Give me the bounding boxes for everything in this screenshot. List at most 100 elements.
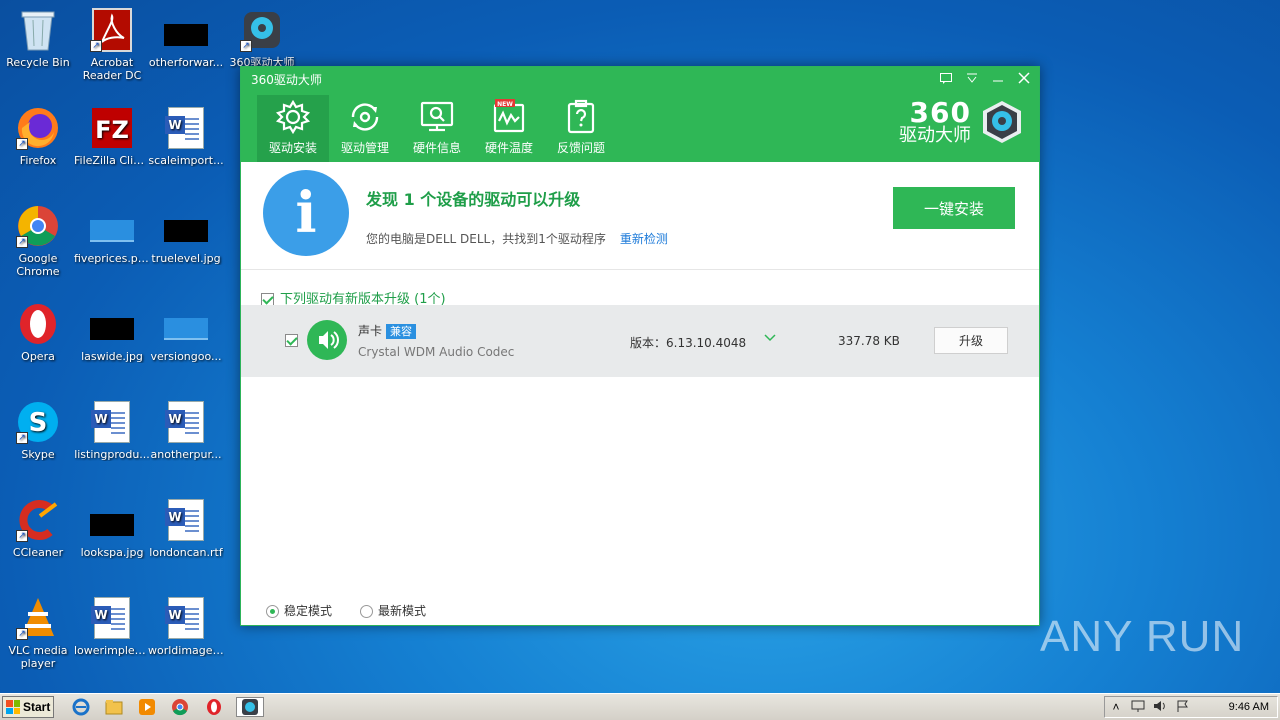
opera-taskbar-icon[interactable] xyxy=(203,697,225,717)
upgrade-button[interactable]: 升级 xyxy=(934,327,1008,354)
app-header: 360驱动大师 驱动安装 驱动管理 硬件信息 NEW 硬件温度 反馈问题 360… xyxy=(241,67,1039,162)
desktop-icon-vlc[interactable]: ↗ VLC media player xyxy=(0,596,76,670)
driver-size: 337.78 KB xyxy=(838,334,900,348)
question-clipboard-icon xyxy=(563,99,599,135)
desktop-icon-360-driver[interactable]: ↗ 360驱动大师 xyxy=(224,8,300,69)
network-icon[interactable] xyxy=(1127,700,1149,715)
driver-device: Crystal WDM Audio Codec xyxy=(358,345,515,359)
chevron-up-icon[interactable]: ˄ xyxy=(1105,700,1127,714)
desktop-icon-londoncan[interactable]: W londoncan.rtf xyxy=(148,498,224,559)
desktop-icon-lookspa[interactable]: lookspa.jpg xyxy=(74,498,150,559)
shortcut-arrow-icon: ↗ xyxy=(16,236,28,248)
menu-dropdown-icon[interactable] xyxy=(965,71,979,85)
image-file-icon xyxy=(90,204,134,248)
thermometer-icon: NEW xyxy=(491,99,527,135)
start-button[interactable]: Start xyxy=(2,696,54,718)
desktop-icon-opera[interactable]: Opera xyxy=(0,302,76,363)
desktop-icon-listingprodu[interactable]: W listingprodu... xyxy=(74,400,150,461)
driver-name: 声卡 兼容 xyxy=(358,322,417,339)
feedback-icon[interactable] xyxy=(939,71,953,85)
action-center-flag-icon[interactable] xyxy=(1171,700,1193,715)
desktop-icon-otherforwar[interactable]: otherforwar... xyxy=(148,8,224,69)
word-doc-icon: W xyxy=(90,596,134,640)
anyrun-watermark: ANY RUN xyxy=(1040,612,1245,661)
folder-icon[interactable] xyxy=(103,697,125,717)
desktop-icon-ccleaner[interactable]: ↗ CCleaner xyxy=(0,498,76,559)
chrome-taskbar-icon[interactable] xyxy=(169,697,191,717)
summary-title: 发现 1 个设备的驱动可以升级 xyxy=(366,190,581,209)
ie-icon[interactable] xyxy=(70,697,92,717)
brand-logo: 360 驱动大师 xyxy=(899,99,1025,145)
tab-hardware-temperature[interactable]: NEW 硬件温度 xyxy=(473,95,545,162)
chevron-down-icon[interactable] xyxy=(764,331,776,345)
tab-driver-install[interactable]: 驱动安装 xyxy=(257,95,329,162)
image-file-icon xyxy=(164,302,208,346)
desktop-icon-scaleimport[interactable]: W scaleimport... xyxy=(148,106,224,167)
clock[interactable]: 9:46 AM xyxy=(1229,701,1269,713)
system-tray: ˄ 9:46 AM xyxy=(1104,696,1278,718)
desktop-icon-firefox[interactable]: ↗ Firefox xyxy=(0,106,76,167)
image-file-icon xyxy=(90,498,134,542)
shortcut-arrow-icon: ↗ xyxy=(16,138,28,150)
shortcut-arrow-icon: ↗ xyxy=(240,40,252,52)
stable-mode-radio[interactable]: 稳定模式 xyxy=(266,602,332,619)
filezilla-icon: FZ xyxy=(90,106,134,150)
driver-checkbox[interactable] xyxy=(285,334,298,347)
desktop-icon-laswide[interactable]: laswide.jpg xyxy=(74,302,150,363)
shortcut-arrow-icon: ↗ xyxy=(16,628,28,640)
desktop-icon-versiongoo[interactable]: versiongoo... xyxy=(148,302,224,363)
desktop-icon-worldimage[interactable]: W worldimage.rtf xyxy=(148,596,224,657)
latest-mode-radio[interactable]: 最新模式 xyxy=(360,602,426,619)
shortcut-arrow-icon: ↗ xyxy=(90,40,102,52)
rescan-link[interactable]: 重新检测 xyxy=(620,232,668,246)
scan-summary: i 发现 1 个设备的驱动可以升级 您的电脑是DELL DELL，共找到1个驱动… xyxy=(241,162,1039,270)
driver-row-sound-card: 声卡 兼容 Crystal WDM Audio Codec 版本：6.13.10.… xyxy=(241,305,1039,377)
close-icon[interactable] xyxy=(1017,71,1031,85)
word-doc-icon: W xyxy=(164,106,208,150)
word-doc-icon: W xyxy=(164,498,208,542)
desktop-icon-anotherpur[interactable]: W anotherpur... xyxy=(148,400,224,461)
window-controls xyxy=(939,71,1031,85)
driver-version: 版本：6.13.10.4048 xyxy=(630,336,747,350)
desktop-icon-recycle-bin[interactable]: Recycle Bin xyxy=(0,8,76,69)
driver-master-window: 360驱动大师 驱动安装 驱动管理 硬件信息 NEW 硬件温度 反馈问题 360… xyxy=(240,66,1040,626)
image-file-icon xyxy=(164,8,208,52)
desktop-icon-skype[interactable]: S ↗ Skype xyxy=(0,400,76,461)
360-driver-gear-icon: ↗ xyxy=(240,8,284,52)
tab-feedback[interactable]: 反馈问题 xyxy=(545,95,617,162)
image-file-icon xyxy=(90,302,134,346)
firefox-icon: ↗ xyxy=(16,106,60,150)
shortcut-arrow-icon: ↗ xyxy=(16,432,28,444)
desktop-icon-chrome[interactable]: ↗ Google Chrome xyxy=(0,204,76,278)
desktop-icon-fiveprices[interactable]: fiveprices.png xyxy=(74,204,150,265)
monitor-search-icon xyxy=(419,99,455,135)
word-doc-icon: W xyxy=(164,596,208,640)
tab-hardware-info[interactable]: 硬件信息 xyxy=(401,95,473,162)
mode-selector: 稳定模式 最新模式 xyxy=(266,602,426,619)
shortcut-arrow-icon: ↗ xyxy=(16,530,28,542)
skype-icon: S ↗ xyxy=(16,400,60,444)
tab-driver-manage[interactable]: 驱动管理 xyxy=(329,95,401,162)
opera-icon xyxy=(16,302,60,346)
summary-description: 您的电脑是DELL DELL，共找到1个驱动程序 重新检测 xyxy=(366,232,668,246)
svg-text:FZ: FZ xyxy=(95,116,129,144)
word-doc-icon: W xyxy=(164,400,208,444)
vlc-cone-icon: ↗ xyxy=(16,596,60,640)
main-tabs: 驱动安装 驱动管理 硬件信息 NEW 硬件温度 反馈问题 xyxy=(257,95,617,162)
recycle-bin-icon xyxy=(16,8,60,52)
desktop-icon-lowerimplem[interactable]: W lowerimplem... xyxy=(74,596,150,657)
ccleaner-icon: ↗ xyxy=(16,498,60,542)
image-file-icon xyxy=(164,204,208,248)
360-driver-taskbar-icon[interactable] xyxy=(236,697,264,717)
gear-icon xyxy=(275,99,311,135)
volume-icon[interactable] xyxy=(1149,700,1171,715)
one-click-install-button[interactable]: 一键安装 xyxy=(893,187,1015,229)
media-player-icon[interactable] xyxy=(136,697,158,717)
desktop-icon-acrobat[interactable]: ↗ Acrobat Reader DC xyxy=(74,8,150,82)
brand-gear-icon xyxy=(979,99,1025,145)
windows-flag-icon xyxy=(6,700,20,714)
chrome-icon: ↗ xyxy=(16,204,60,248)
desktop-icon-filezilla[interactable]: FZ FileZilla Client xyxy=(74,106,150,167)
desktop-icon-truelevel[interactable]: truelevel.jpg xyxy=(148,204,224,265)
minimize-icon[interactable] xyxy=(991,71,1005,85)
